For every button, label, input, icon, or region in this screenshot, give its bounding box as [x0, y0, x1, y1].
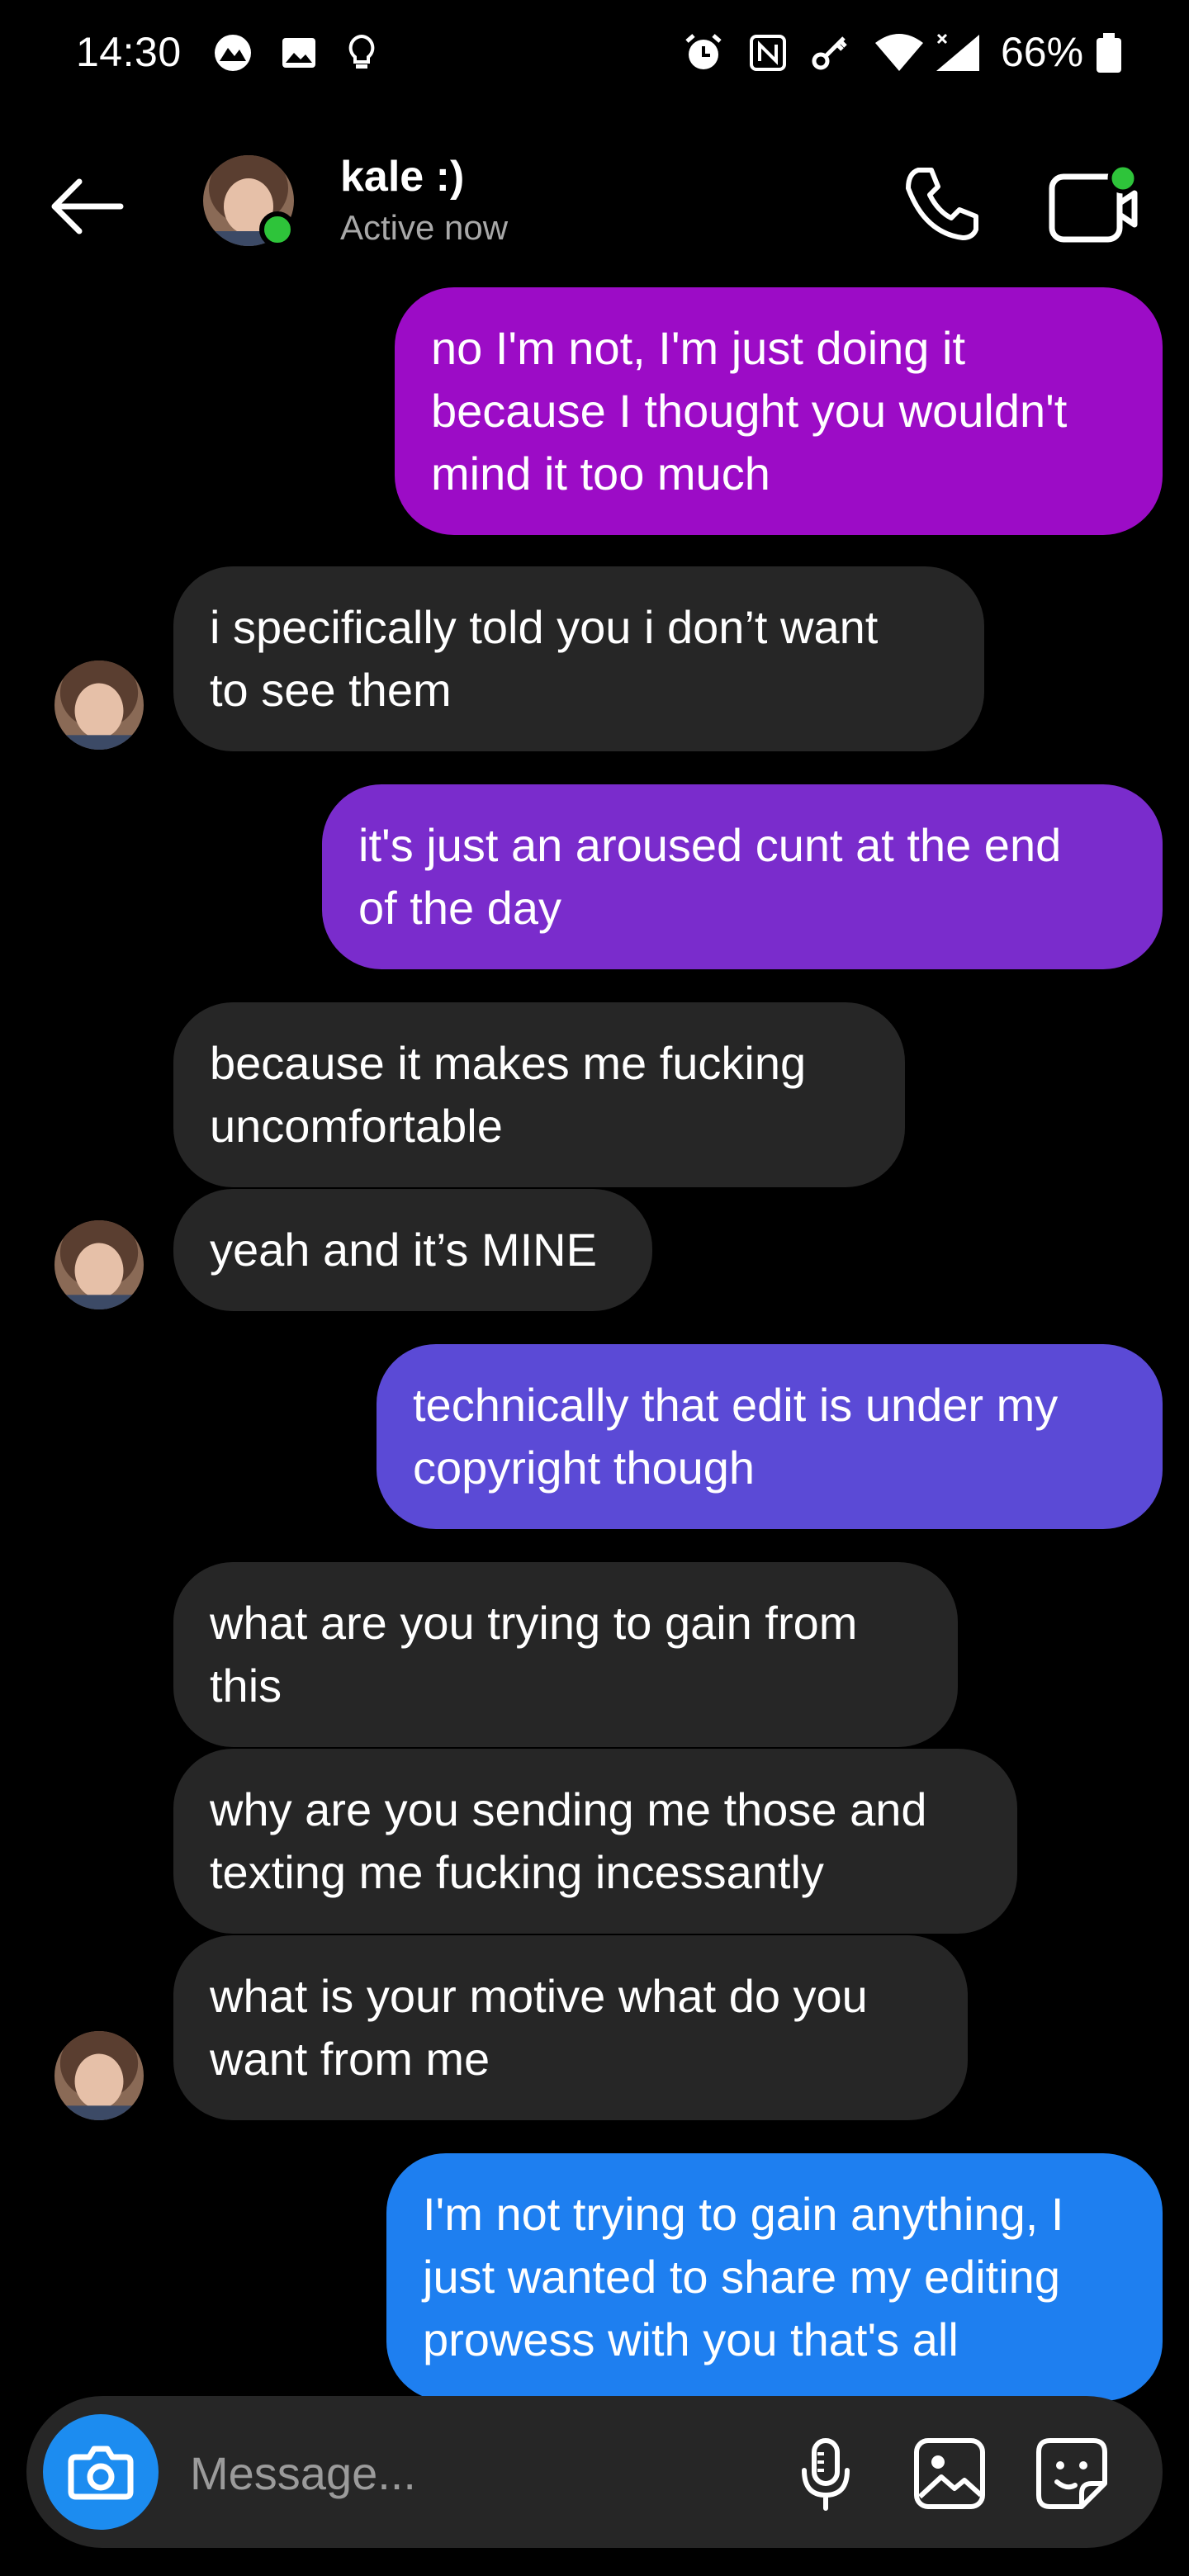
lightbulb-icon [348, 34, 375, 69]
alarm-icon [685, 34, 722, 69]
message-bubble-incoming[interactable]: yeah and it’s MINE [173, 1189, 652, 1311]
message-bubble-outgoing[interactable]: technically that edit is under my copyri… [377, 1344, 1163, 1529]
message-bubble-outgoing[interactable]: no I'm not, I'm just doing it because I … [395, 287, 1163, 535]
sticker-icon[interactable] [1030, 2432, 1113, 2515]
nav-app-icon [215, 35, 251, 71]
avatar-image [54, 661, 144, 750]
camera-icon [68, 2446, 134, 2500]
sender-avatar[interactable] [54, 1220, 144, 1309]
wifi-icon [875, 34, 923, 71]
message-input[interactable] [188, 2429, 786, 2517]
contact-name[interactable]: kale :) [340, 152, 464, 201]
camera-button[interactable] [43, 2414, 159, 2530]
message-bubble-outgoing[interactable]: I'm not trying to gain anything, I just … [386, 2153, 1163, 2401]
key-icon [812, 36, 847, 70]
online-indicator [259, 211, 296, 248]
back-arrow-icon[interactable] [46, 173, 129, 239]
microphone-icon[interactable] [784, 2432, 867, 2515]
message-bubble-incoming[interactable]: what are you trying to gain from this [173, 1562, 958, 1747]
nfc-icon [750, 35, 786, 71]
sender-avatar[interactable] [54, 2031, 144, 2120]
message-bubble-outgoing[interactable]: it's just an aroused cunt at the end of … [322, 784, 1163, 969]
message-bubble-incoming[interactable]: what is your motive what do you want fro… [173, 1935, 968, 2120]
phone-call-icon[interactable] [900, 162, 983, 244]
signal-icon [936, 33, 979, 71]
gallery-icon[interactable] [910, 2434, 989, 2513]
message-bubble-incoming[interactable]: i specifically told you i don’t want to … [173, 566, 984, 751]
battery-percent: 66% [1001, 29, 1084, 75]
video-call-icon[interactable] [1047, 157, 1139, 248]
status-bar: 14:30 66% [0, 0, 1189, 116]
presence-status: Active now [340, 208, 509, 247]
avatar-image [54, 2031, 144, 2120]
message-bubble-incoming[interactable]: why are you sending me those and texting… [173, 1749, 1017, 1934]
status-time: 14:30 [76, 29, 182, 75]
avatar-image [54, 1220, 144, 1309]
battery-icon [1097, 33, 1121, 73]
sender-avatar[interactable] [54, 661, 144, 750]
chat-header: kale :) Active now [0, 132, 1189, 281]
image-icon [282, 38, 315, 68]
message-bubble-incoming[interactable]: because it makes me fucking uncomfortabl… [173, 1002, 905, 1187]
message-composer [26, 2396, 1163, 2548]
